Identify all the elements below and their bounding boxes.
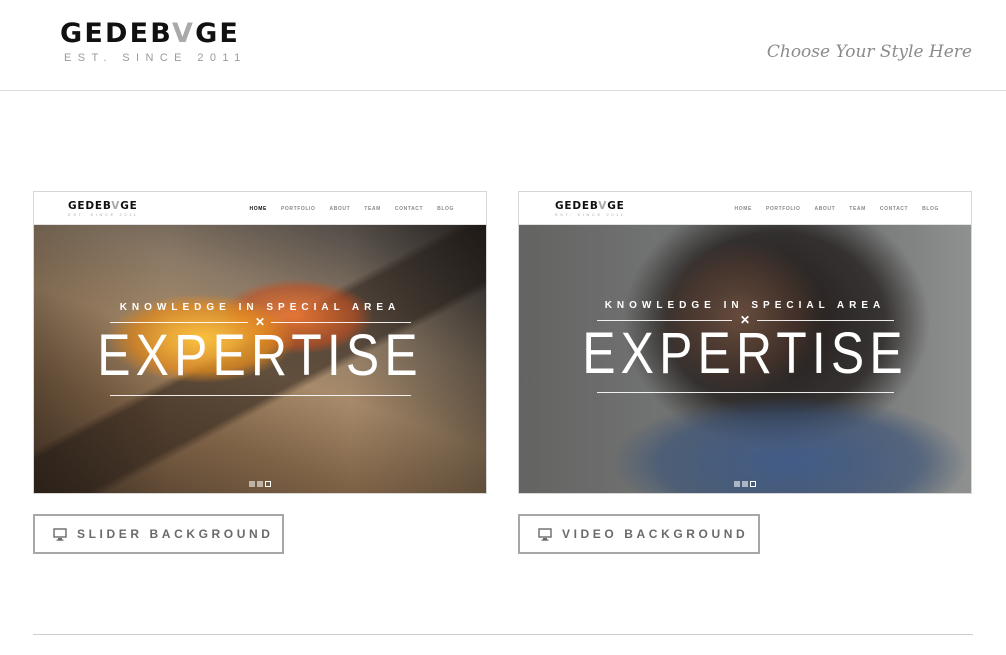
hero-title: EXPERTISE xyxy=(97,323,423,388)
slider-hero-image: KNOWLEDGE IN SPECIAL AREA ✕ EXPERTISE xyxy=(34,225,486,493)
hero-subtitle: KNOWLEDGE IN SPECIAL AREA xyxy=(604,300,886,311)
slide-indicators xyxy=(734,481,756,487)
preview-menu-blog: BLOG xyxy=(922,206,939,212)
video-preview-card[interactable]: GEDEBVGE EST. SINCE 2011 HOME PORTFOLIO … xyxy=(518,191,972,494)
preview-menu-blog: BLOG xyxy=(437,206,454,212)
preview-menu: HOME PORTFOLIO ABOUT TEAM CONTACT BLOG xyxy=(735,206,939,212)
logo-wordmark: GEDEBVGE xyxy=(60,18,241,49)
site-logo[interactable]: GEDEBVGE EST. SINCE 2011 xyxy=(60,18,266,65)
preview-navbar: GEDEBVGE EST. SINCE 2011 HOME PORTFOLIO … xyxy=(34,192,486,225)
slider-preview-card[interactable]: GEDEBVGE EST. SINCE 2011 HOME PORTFOLIO … xyxy=(33,191,487,494)
slide-dot-active[interactable] xyxy=(750,481,756,487)
video-background-label: VIDEO BACKGROUND xyxy=(562,527,749,541)
slide-dot[interactable] xyxy=(249,481,255,487)
preview-menu-portfolio: PORTFOLIO xyxy=(280,206,316,212)
video-hero-image: KNOWLEDGE IN SPECIAL AREA ✕ EXPERTISE xyxy=(519,225,971,493)
preview-menu: HOME PORTFOLIO ABOUT TEAM CONTACT BLOG xyxy=(250,206,454,212)
slide-indicators xyxy=(249,481,271,487)
hero-rule-bottom xyxy=(110,395,411,396)
slide-dot[interactable] xyxy=(742,481,748,487)
hero-title: EXPERTISE xyxy=(582,321,908,386)
slide-dot-active[interactable] xyxy=(265,481,271,487)
preview-menu-home: HOME xyxy=(734,206,752,212)
choose-style-heading: Choose Your Style Here xyxy=(766,42,972,62)
hero-subtitle: KNOWLEDGE IN SPECIAL AREA xyxy=(119,302,401,313)
preview-menu-contact: CONTACT xyxy=(879,206,909,212)
preview-menu-portfolio: PORTFOLIO xyxy=(765,206,801,212)
preview-menu-home: HOME xyxy=(249,206,267,212)
slide-dot[interactable] xyxy=(257,481,263,487)
slide-dot[interactable] xyxy=(734,481,740,487)
section-divider xyxy=(33,634,973,635)
preview-logo: GEDEBVGE EST. SINCE 2011 xyxy=(555,200,626,217)
video-background-button[interactable]: VIDEO BACKGROUND xyxy=(518,514,760,554)
preview-menu-about: ABOUT xyxy=(329,206,351,212)
preview-menu-team: TEAM xyxy=(849,206,866,212)
preview-logo: GEDEBVGE EST. SINCE 2011 xyxy=(68,200,139,217)
preview-menu-about: ABOUT xyxy=(814,206,836,212)
monitor-icon xyxy=(53,527,67,541)
slider-background-label: SLIDER BACKGROUND xyxy=(77,527,274,541)
site-header: GEDEBVGE EST. SINCE 2011 Choose Your Sty… xyxy=(0,0,1006,91)
preview-menu-team: TEAM xyxy=(364,206,381,212)
hero-rule-bottom xyxy=(597,392,894,393)
monitor-icon xyxy=(538,527,552,541)
preview-menu-contact: CONTACT xyxy=(394,206,424,212)
slider-background-button[interactable]: SLIDER BACKGROUND xyxy=(33,514,284,554)
logo-tagline: EST. SINCE 2011 xyxy=(64,52,247,64)
preview-navbar: GEDEBVGE EST. SINCE 2011 HOME PORTFOLIO … xyxy=(519,192,971,225)
